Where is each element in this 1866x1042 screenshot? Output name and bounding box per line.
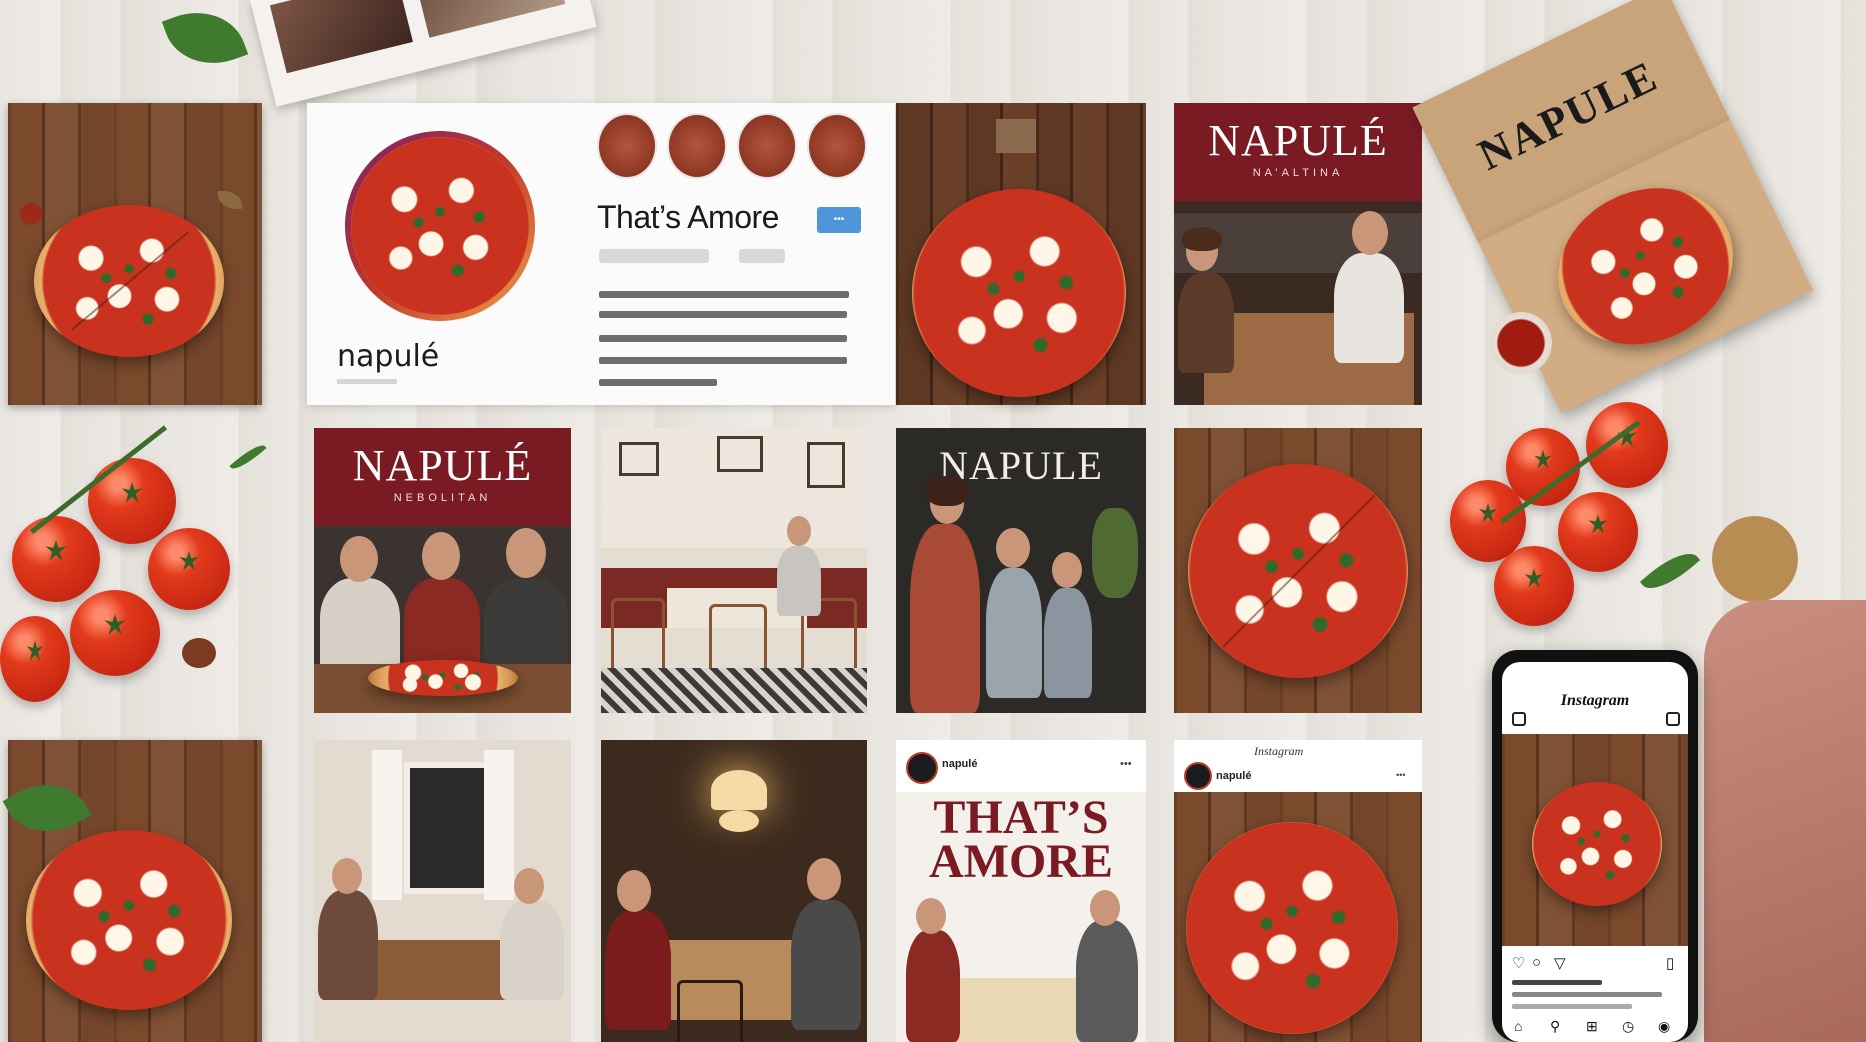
post-tile-window-dinner[interactable] [314, 740, 571, 1042]
post-tile-brand-mother[interactable]: NAPULE [896, 428, 1146, 713]
post-username[interactable]: napulé [942, 758, 977, 770]
follow-button[interactable]: ••• [817, 207, 861, 233]
tomato-image [12, 516, 100, 602]
smartphone: Instagram ♡ ○ ▽ ▯ ⌂ ⚲ ⊞ ◷ ◉ [1492, 650, 1698, 1042]
caption-line [1512, 1004, 1632, 1009]
phone-screen: Instagram ♡ ○ ▽ ▯ ⌂ ⚲ ⊞ ◷ ◉ [1502, 662, 1688, 1042]
tomato-image [1558, 492, 1638, 572]
spice-bowl [1712, 516, 1798, 602]
pizza-board-top-left [8, 103, 262, 405]
pizza-image [26, 830, 232, 1010]
post-avatar[interactable] [1184, 762, 1212, 790]
brand-subtitle: NA’ALTINA [1252, 167, 1344, 179]
profile-handle: napulé [337, 339, 440, 374]
more-icon[interactable]: ••• [1120, 758, 1132, 770]
tomato-image [1586, 402, 1668, 488]
tomato-image [70, 590, 160, 676]
bio-line [599, 357, 847, 364]
home-icon[interactable]: ⌂ [1514, 1018, 1522, 1034]
comment-icon[interactable]: ○ [1532, 954, 1541, 971]
brand-subtitle: NEBOLITAN [393, 492, 492, 504]
bio-line [599, 311, 847, 318]
brand-title: NAPULÉ [1208, 116, 1388, 165]
napkin [1704, 600, 1866, 1042]
share-icon[interactable]: ▽ [1554, 954, 1566, 972]
post-header: Instagram napulé ••• [1174, 740, 1422, 792]
pizza-image [1188, 464, 1408, 678]
story-highlight[interactable] [667, 113, 727, 179]
phone-app-name: Instagram [1560, 692, 1630, 709]
pizza-image [1532, 782, 1662, 906]
story-highlight[interactable] [807, 113, 867, 179]
post-tile-lamp-dinner[interactable] [601, 740, 867, 1042]
bio-line [599, 291, 849, 298]
caption-line [1512, 980, 1602, 985]
post-tile-ig-amore[interactable]: napulé ••• THAT’S AMORE [896, 740, 1146, 1042]
herb-icon [1639, 543, 1701, 599]
tomato-image [88, 458, 176, 544]
profile-avatar[interactable] [345, 131, 535, 321]
add-icon[interactable]: ⊞ [1586, 1018, 1598, 1035]
camera-icon[interactable] [1512, 712, 1526, 726]
story-highlight[interactable] [597, 113, 657, 179]
profile-headline: That’s Amore [597, 199, 779, 235]
sauce-bowl [1490, 312, 1552, 374]
message-icon[interactable] [1666, 712, 1680, 726]
more-icon[interactable]: ••• [1396, 770, 1405, 780]
pizza-image [34, 205, 224, 357]
pizza-box: NAPULE [1394, 0, 1866, 440]
bio-line [599, 379, 717, 386]
tomato-image [0, 616, 70, 702]
post-tile-pizza[interactable] [896, 103, 1146, 405]
pizza-image [912, 189, 1126, 397]
post-tile-sliced-pizza[interactable] [1174, 428, 1422, 713]
tomato-image [148, 528, 230, 610]
post-tile-ig-pizza[interactable]: Instagram napulé ••• [1174, 740, 1422, 1042]
post-header: napulé ••• [896, 740, 1146, 792]
post-tile-dining-room[interactable] [601, 428, 867, 713]
search-icon[interactable]: ⚲ [1550, 1018, 1560, 1035]
pizza-board-bottom-left [2, 740, 262, 1042]
post-username[interactable]: napulé [1216, 770, 1251, 782]
pizza-image [1186, 822, 1398, 1034]
post-tile-brand-dinner[interactable]: NAPULÉ NA’ALTINA [1174, 103, 1422, 405]
bookmark-icon[interactable]: ▯ [1666, 954, 1674, 972]
post-caption: THAT’S AMORE [929, 791, 1113, 888]
basil-leaf-icon [161, 0, 249, 79]
photo-strip [250, 0, 597, 107]
profile-icon[interactable]: ◉ [1658, 1018, 1670, 1035]
post-app-name: Instagram [1254, 744, 1304, 758]
brand-title: NAPULÉ [352, 441, 533, 490]
post-avatar[interactable] [906, 752, 938, 784]
herb-icon [229, 440, 267, 474]
tomato-image [1494, 546, 1574, 626]
story-highlight[interactable] [737, 113, 797, 179]
reels-icon[interactable]: ◷ [1622, 1018, 1634, 1035]
heart-icon[interactable]: ♡ [1512, 954, 1525, 972]
post-tile-brand-family[interactable]: NAPULÉ NEBOLITAN [314, 428, 571, 713]
follow-button-label: ••• [833, 214, 845, 225]
caption-line [1512, 992, 1662, 997]
bio-line [599, 335, 847, 342]
profile-card: napulé That’s Amore ••• [307, 103, 895, 405]
